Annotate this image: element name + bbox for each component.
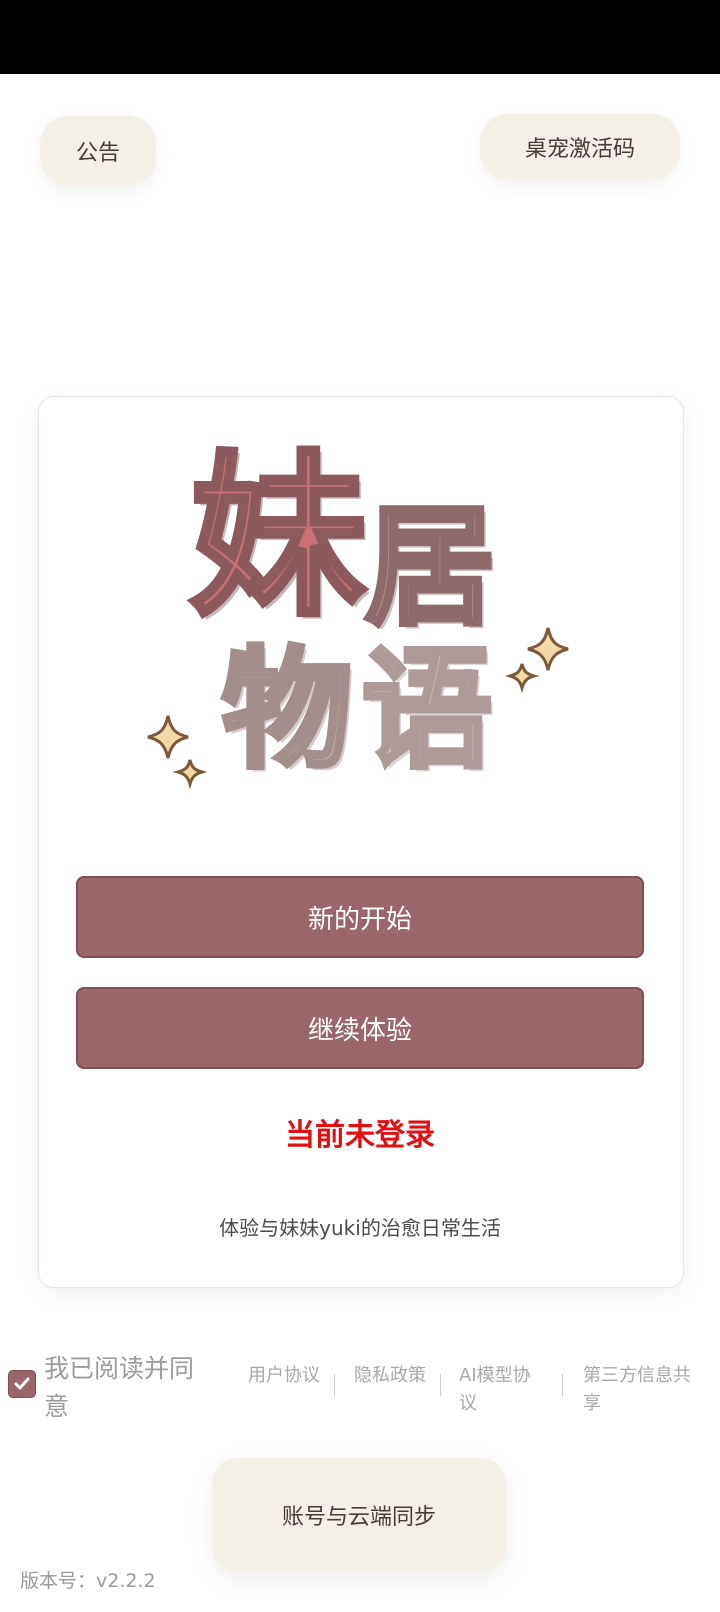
activation-code-button[interactable]: 桌宠激活码 (480, 114, 680, 180)
logo-char-2: 居 (362, 491, 497, 643)
divider (334, 1374, 335, 1396)
continue-button[interactable]: 继续体验 (76, 987, 644, 1069)
login-status: 当前未登录 (285, 1118, 435, 1153)
divider (562, 1374, 563, 1396)
logo-char-1: 妹 (187, 435, 368, 640)
agreement-row: 我已阅读并同意 用户协议 隐私政策 AI模型协议 第三方信息共享 (8, 1350, 720, 1440)
logo-char-3: 物 (219, 634, 354, 786)
agree-checkbox[interactable] (8, 1370, 36, 1398)
agree-label: 我已阅读并同意 (44, 1354, 195, 1421)
divider (440, 1374, 441, 1396)
game-logo: 妹 居 物 语 (147, 435, 590, 820)
ai-model-agreement-link[interactable]: AI模型协议 (459, 1362, 539, 1418)
sparkle-icon (147, 715, 208, 790)
version-label: 版本号：v2.2.2 (20, 1570, 156, 1592)
privacy-policy-link[interactable]: 隐私政策 (354, 1362, 434, 1390)
account-sync-button[interactable]: 账号与云端同步 (212, 1458, 506, 1572)
user-agreement-link[interactable]: 用户协议 (248, 1362, 328, 1390)
check-icon (14, 1377, 30, 1390)
status-bar (0, 0, 720, 74)
sparkle-icon (504, 627, 569, 694)
tagline: 体验与妹妹yuki的治愈日常生活 (219, 1216, 501, 1240)
logo-char-4: 语 (359, 634, 494, 786)
new-start-button[interactable]: 新的开始 (76, 876, 644, 958)
notice-button[interactable]: 公告 (40, 116, 156, 186)
third-party-info-link[interactable]: 第三方信息共享 (583, 1362, 703, 1418)
